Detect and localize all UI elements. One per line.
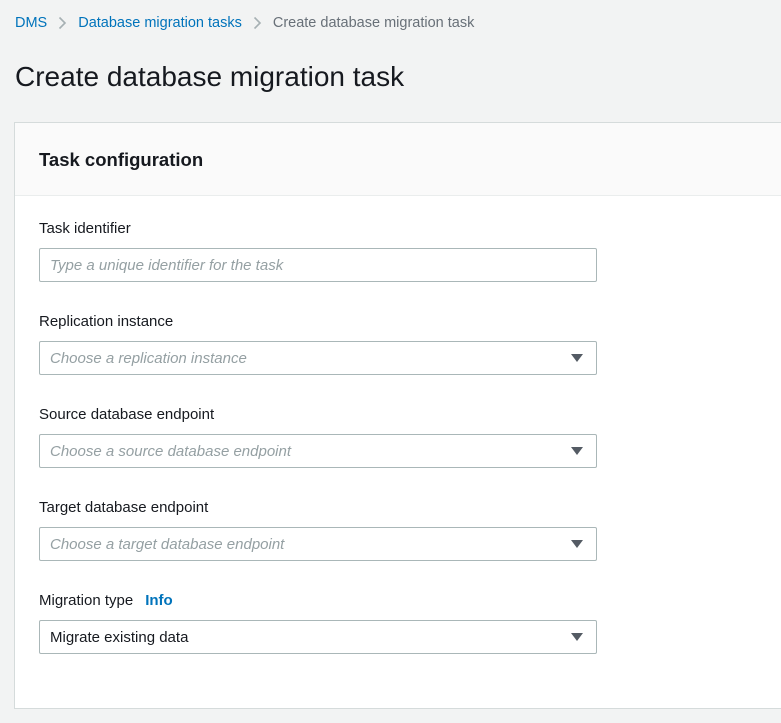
replication-instance-select-placeholder: Choose a replication instance [50,349,247,367]
breadcrumb-link-database-migration-tasks[interactable]: Database migration tasks [78,13,242,33]
replication-instance-label: Replication instance [39,313,174,330]
panel-body: Task identifier Replication instance Cho… [15,196,781,654]
migration-type-select-value: Migrate existing data [50,628,189,646]
caret-down-icon [571,540,583,548]
target-endpoint-select[interactable]: Choose a target database endpoint [39,527,597,561]
target-endpoint-field-group: Target database endpoint Choose a target… [39,498,757,561]
task-identifier-label: Task identifier [39,220,131,237]
breadcrumb: DMS Database migration tasks Create data… [0,0,781,33]
task-identifier-field-group: Task identifier [39,219,757,282]
chevron-right-icon [58,16,67,30]
caret-down-icon [571,354,583,362]
migration-type-label: Migration type [39,592,134,609]
task-configuration-panel: Task configuration Task identifier Repli… [14,122,781,709]
breadcrumb-link-dms[interactable]: DMS [15,13,47,33]
target-endpoint-select-placeholder: Choose a target database endpoint [50,535,285,553]
page-title: Create database migration task [15,61,405,92]
source-endpoint-select[interactable]: Choose a source database endpoint [39,434,597,468]
chevron-right-icon [253,16,262,30]
source-endpoint-label: Source database endpoint [39,406,215,423]
migration-type-select[interactable]: Migrate existing data [39,620,597,654]
source-endpoint-select-placeholder: Choose a source database endpoint [50,442,292,460]
caret-down-icon [571,633,583,641]
target-endpoint-label: Target database endpoint [39,499,209,516]
replication-instance-select[interactable]: Choose a replication instance [39,341,597,375]
replication-instance-field-group: Replication instance Choose a replicatio… [39,312,757,375]
caret-down-icon [571,447,583,455]
panel-header: Task configuration [15,123,781,196]
task-identifier-input[interactable] [39,248,597,282]
migration-type-info-link[interactable]: Info [145,592,173,609]
breadcrumb-current-page: Create database migration task [272,15,475,31]
panel-title: Task configuration [39,149,204,170]
migration-type-field-group: Migration type Info Migrate existing dat… [39,591,757,654]
source-endpoint-field-group: Source database endpoint Choose a source… [39,405,757,468]
